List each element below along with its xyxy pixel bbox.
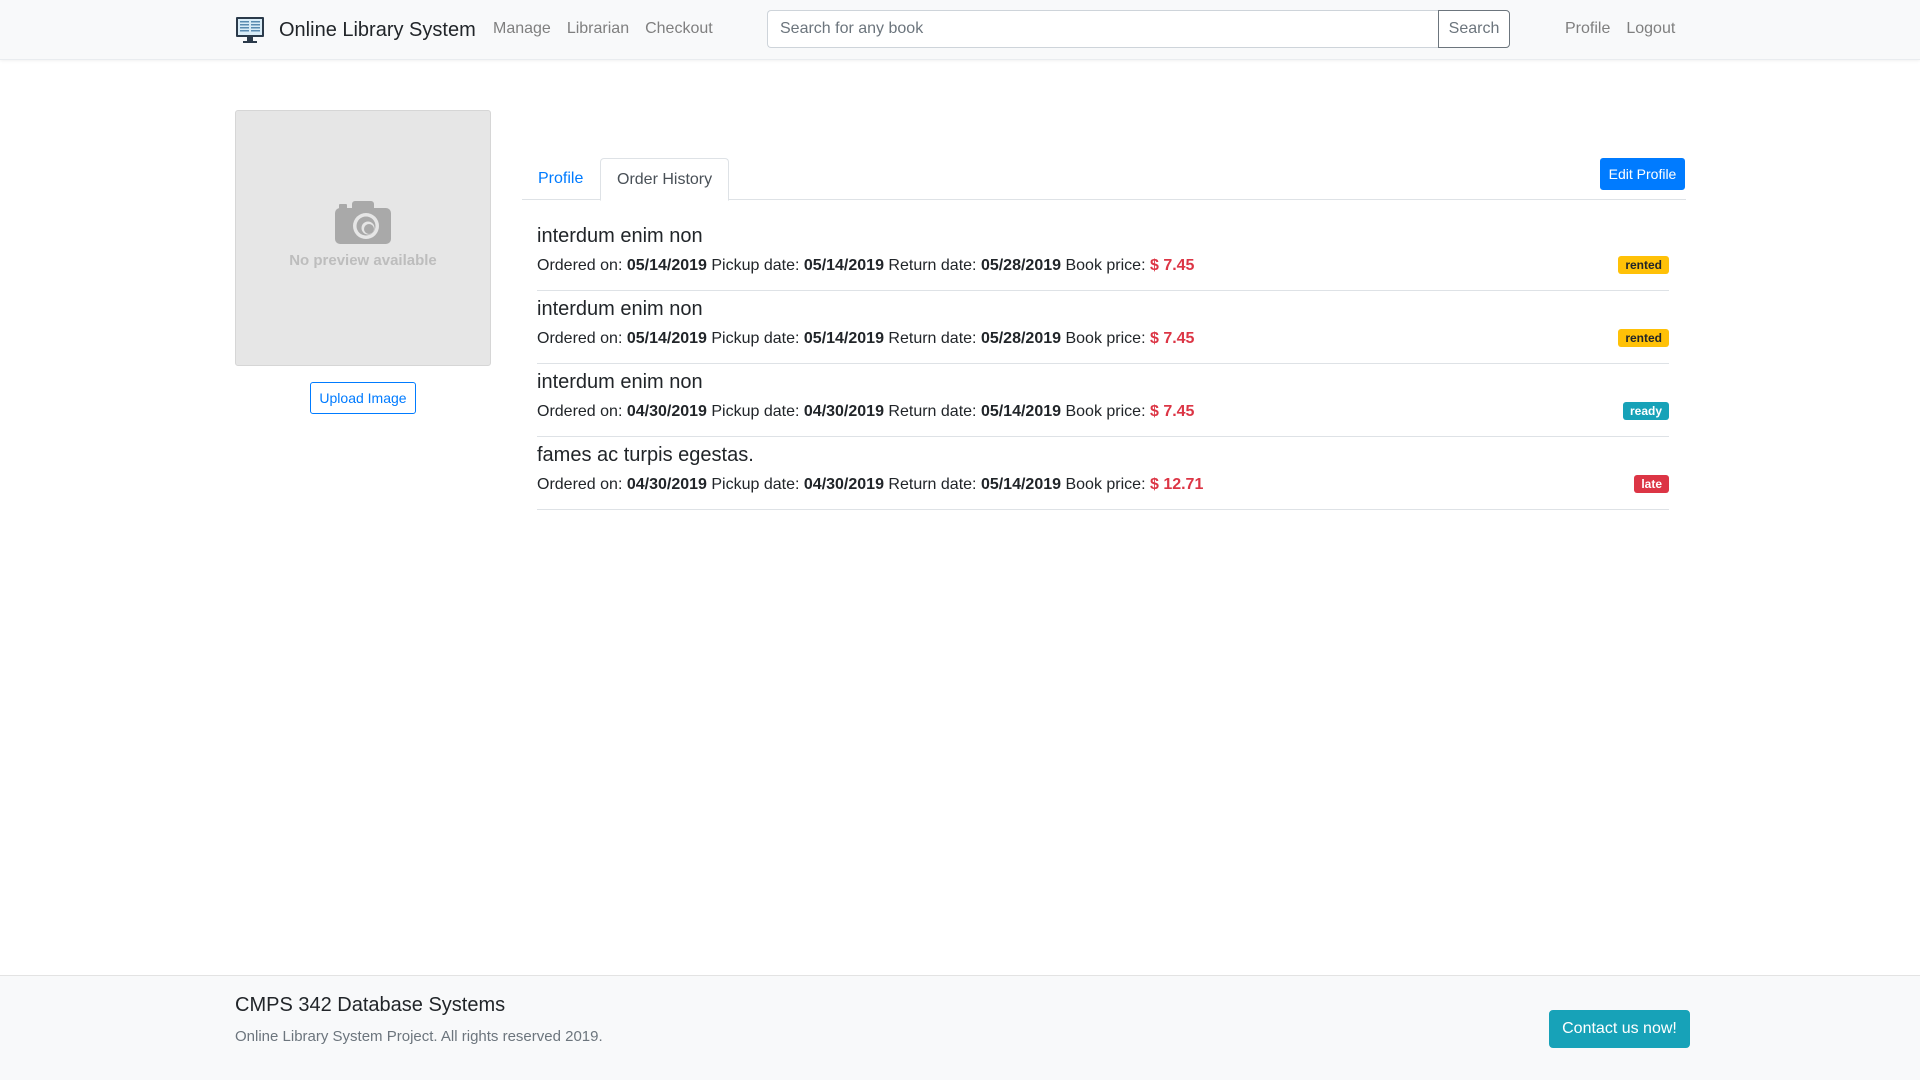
status-badge: late bbox=[1634, 475, 1669, 493]
return-date-value: 05/14/2019 bbox=[980, 403, 1062, 420]
no-preview-text: No preview available bbox=[289, 251, 437, 269]
list-item: interdum enim non Ordered on: 05/14/2019… bbox=[537, 291, 1669, 364]
return-date-label: Return date: bbox=[888, 330, 977, 347]
upload-image-button[interactable]: Upload Image bbox=[310, 382, 416, 414]
user-nav: Profile Logout bbox=[1565, 20, 1675, 38]
navbar: Online Library System Manage Librarian C… bbox=[0, 0, 1920, 60]
return-date-label: Return date: bbox=[888, 403, 977, 420]
main-nav: Manage Librarian Checkout bbox=[493, 20, 729, 38]
nav-link-manage[interactable]: Manage bbox=[493, 20, 551, 38]
contact-us-button[interactable]: Contact us now! bbox=[1549, 1010, 1690, 1048]
footer: CMPS 342 Database Systems Online Library… bbox=[0, 975, 1920, 1080]
pickup-date-value: 04/30/2019 bbox=[803, 476, 884, 493]
brand[interactable]: Online Library System bbox=[235, 14, 476, 46]
footer-copyright: Online Library System Project. All right… bbox=[235, 1028, 603, 1045]
return-date-label: Return date: bbox=[888, 476, 977, 493]
pickup-date-value: 05/14/2019 bbox=[803, 330, 884, 347]
tab-order-history[interactable]: Order History bbox=[600, 158, 730, 201]
search-button[interactable]: Search bbox=[1438, 10, 1510, 48]
ordered-on-value: 05/14/2019 bbox=[626, 330, 707, 347]
ordered-on-label: Ordered on: bbox=[537, 403, 623, 420]
pickup-date-label: Pickup date: bbox=[711, 257, 800, 274]
search-input[interactable] bbox=[767, 10, 1438, 48]
nav-link-librarian[interactable]: Librarian bbox=[567, 20, 629, 38]
pickup-date-label: Pickup date: bbox=[711, 403, 800, 420]
order-details: Ordered on: 05/14/2019 Pickup date: 05/1… bbox=[537, 257, 1669, 275]
order-title: interdum enim non bbox=[537, 371, 703, 393]
brand-title: Online Library System bbox=[279, 18, 476, 41]
pickup-date-value: 04/30/2019 bbox=[803, 403, 884, 420]
search-form: Search bbox=[767, 10, 1510, 48]
book-price-label: Book price: bbox=[1065, 257, 1146, 274]
ordered-on-value: 04/30/2019 bbox=[626, 403, 707, 420]
ordered-on-value: 04/30/2019 bbox=[626, 476, 707, 493]
order-details: Ordered on: 05/14/2019 Pickup date: 05/1… bbox=[537, 330, 1669, 348]
edit-profile-button[interactable]: Edit Profile bbox=[1600, 158, 1685, 190]
camera-icon bbox=[335, 200, 391, 244]
order-details: Ordered on: 04/30/2019 Pickup date: 04/3… bbox=[537, 403, 1669, 421]
status-badge: ready bbox=[1622, 402, 1669, 420]
return-date-label: Return date: bbox=[888, 257, 977, 274]
list-item: fames ac turpis egestas. Ordered on: 04/… bbox=[537, 437, 1669, 510]
nav-link-profile[interactable]: Profile bbox=[1565, 20, 1610, 38]
computer-monitor-icon bbox=[236, 17, 264, 43]
return-date-value: 05/14/2019 bbox=[980, 476, 1062, 493]
profile-image: No preview available bbox=[235, 110, 491, 366]
nav-link-checkout[interactable]: Checkout bbox=[645, 20, 713, 38]
order-title: fames ac turpis egestas. bbox=[537, 444, 754, 466]
ordered-on-label: Ordered on: bbox=[537, 257, 623, 274]
book-price-label: Book price: bbox=[1065, 476, 1146, 493]
order-history-list: interdum enim non Ordered on: 05/14/2019… bbox=[537, 218, 1669, 510]
ordered-on-label: Ordered on: bbox=[537, 476, 623, 493]
order-details: Ordered on: 04/30/2019 Pickup date: 04/3… bbox=[537, 476, 1669, 494]
list-item: interdum enim non Ordered on: 04/30/2019… bbox=[537, 364, 1669, 437]
tab-profile[interactable]: Profile bbox=[522, 158, 599, 200]
book-price-value: $ 7.45 bbox=[1149, 257, 1195, 274]
ordered-on-value: 05/14/2019 bbox=[626, 257, 707, 274]
pickup-date-label: Pickup date: bbox=[711, 476, 800, 493]
pickup-date-label: Pickup date: bbox=[711, 330, 800, 347]
book-price-value: $ 12.71 bbox=[1149, 476, 1204, 493]
book-price-label: Book price: bbox=[1065, 330, 1146, 347]
profile-tabs: Profile Order History bbox=[522, 158, 1686, 201]
book-price-label: Book price: bbox=[1065, 403, 1146, 420]
pickup-date-value: 05/14/2019 bbox=[803, 257, 884, 274]
order-title: interdum enim non bbox=[537, 225, 703, 247]
return-date-value: 05/28/2019 bbox=[980, 257, 1062, 274]
footer-title: CMPS 342 Database Systems bbox=[235, 994, 506, 1016]
status-badge: rented bbox=[1618, 256, 1669, 274]
return-date-value: 05/28/2019 bbox=[980, 330, 1062, 347]
status-badge: rented bbox=[1618, 329, 1669, 347]
order-title: interdum enim non bbox=[537, 298, 703, 320]
ordered-on-label: Ordered on: bbox=[537, 330, 623, 347]
list-item: interdum enim non Ordered on: 05/14/2019… bbox=[537, 218, 1669, 291]
book-price-value: $ 7.45 bbox=[1149, 330, 1195, 347]
nav-link-logout[interactable]: Logout bbox=[1626, 20, 1675, 38]
book-price-value: $ 7.45 bbox=[1149, 403, 1195, 420]
